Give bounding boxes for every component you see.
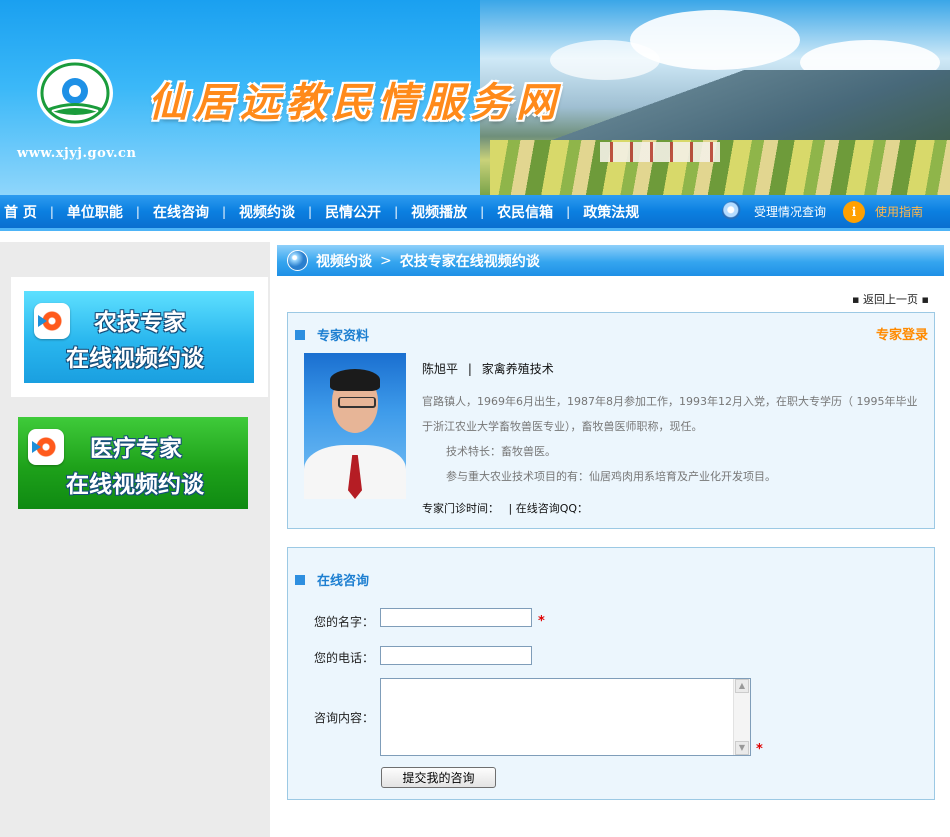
scroll-down-icon[interactable]: ▼ xyxy=(735,741,749,755)
nav-item-video-play[interactable]: 视频播放 xyxy=(398,202,480,222)
breadcrumb: 视频约谈 > 农技专家在线视频约谈 xyxy=(277,245,944,276)
content-label: 咨询内容： xyxy=(314,711,375,725)
promo-title-line1: 医疗专家 xyxy=(90,435,182,462)
query-status-link[interactable]: 受理情况查询 xyxy=(722,195,826,228)
nav-item-farmer-mailbox[interactable]: 农民信箱 xyxy=(484,202,566,222)
name-divider: | xyxy=(467,362,472,376)
clinic-time-label: 专家门诊时间： xyxy=(422,502,499,515)
site-title: 仙居远教民情服务网 xyxy=(148,79,562,126)
breadcrumb-current: 农技专家在线视频约谈 xyxy=(399,253,540,270)
query-status-label: 受理情况查询 xyxy=(754,205,827,219)
nav-item-online-consult[interactable]: 在线咨询 xyxy=(140,202,222,222)
agri-expert-promo[interactable]: 农技专家 在线视频约谈 xyxy=(24,291,254,383)
nav-item-unit-functions[interactable]: 单位职能 xyxy=(54,202,136,222)
medical-expert-promo[interactable]: 医疗专家 在线视频约谈 xyxy=(18,417,248,509)
consult-section-title: 在线咨询 xyxy=(317,574,370,589)
expert-profile-box: 专家资料 专家登录 陈旭平 | 家禽养殖技术 官路镇人，1969年6月出生，19… xyxy=(287,312,935,529)
expert-bio-line2: 于浙江农业大学畜牧兽医专业），畜牧兽医师职称，现任。 xyxy=(422,420,703,433)
promo-title-line1: 农技专家 xyxy=(94,309,186,336)
consult-section-header: 在线咨询 xyxy=(295,570,369,589)
user-guide-link[interactable]: i 使用指南 xyxy=(843,195,923,228)
expert-photo xyxy=(304,353,406,499)
nav-item-video-interview[interactable]: 视频约谈 xyxy=(226,202,308,222)
expert-name-line: 陈旭平 | 家禽养殖技术 xyxy=(422,360,554,377)
nav-item-public-info[interactable]: 民情公开 xyxy=(312,202,394,222)
expert-projects: 参与重大农业技术项目的有：仙居鸡肉用系培育及产业化开发项目。 xyxy=(446,470,776,483)
expert-contact-line: 专家门诊时间： | 在线咨询QQ： xyxy=(422,500,588,516)
nav-item-policy[interactable]: 政策法规 xyxy=(570,202,652,222)
banner-fields xyxy=(490,140,950,195)
expert-section-header: 专家资料 xyxy=(295,325,369,344)
consult-content-textarea[interactable]: ▲ ▼ xyxy=(380,678,751,756)
site-url: www.xjyj.gov.cn xyxy=(17,146,137,161)
promo-title-line2: 在线视频约谈 xyxy=(66,345,204,372)
submit-consult-button[interactable]: 提交我的咨询 xyxy=(381,767,496,788)
name-required-mark: * xyxy=(538,614,545,629)
expert-bio-line1: 官路镇人，1969年6月出生，1987年8月参加工作，1993年12月入党，在职… xyxy=(422,395,918,408)
banner-village xyxy=(600,142,720,162)
info-icon: i xyxy=(843,200,865,223)
name-input[interactable] xyxy=(380,608,532,627)
expert-skill: 技术特长：畜牧兽医。 xyxy=(446,445,556,458)
video-play-icon xyxy=(28,429,64,465)
promo-title-line2: 在线视频约谈 xyxy=(66,471,204,498)
search-icon xyxy=(722,200,744,223)
section-bullet-icon xyxy=(295,329,305,340)
phone-label: 您的电话： xyxy=(314,651,375,665)
textarea-scrollbar[interactable]: ▲ ▼ xyxy=(733,679,750,755)
content-required-mark: * xyxy=(756,742,763,757)
breadcrumb-section[interactable]: 视频约谈 xyxy=(316,251,372,271)
expert-specialty: 家禽养殖技术 xyxy=(481,362,554,376)
phone-input[interactable] xyxy=(380,646,532,665)
expert-section-title: 专家资料 xyxy=(317,329,370,344)
video-play-icon xyxy=(34,303,70,339)
scroll-up-icon[interactable]: ▲ xyxy=(735,679,749,693)
site-logo xyxy=(37,59,113,127)
online-consult-box: 在线咨询 xyxy=(287,547,935,800)
name-label: 您的名字： xyxy=(314,615,375,629)
nav-menu: 首 页 | 单位职能 | 在线咨询 | 视频约谈 | 民情公开 | 视频播放 |… xyxy=(0,195,652,228)
site-banner: 仙居远教民情服务网 www.xjyj.gov.cn xyxy=(0,0,950,195)
user-guide-label: 使用指南 xyxy=(875,205,924,219)
back-link[interactable]: ▪ 返回上一页 ▪ xyxy=(852,291,929,307)
main-nav: 首 页 | 单位职能 | 在线咨询 | 视频约谈 | 民情公开 | 视频播放 |… xyxy=(0,195,950,231)
left-sidebar: 农技专家 在线视频约谈 医疗专家 在线视频约谈 xyxy=(0,242,270,837)
expert-name: 陈旭平 xyxy=(422,362,459,376)
section-bullet-icon xyxy=(295,574,305,585)
breadcrumb-separator: > xyxy=(380,252,392,269)
globe-icon xyxy=(287,250,308,271)
nav-item-home[interactable]: 首 页 xyxy=(0,202,50,222)
online-qq-label: | 在线咨询QQ： xyxy=(508,502,589,515)
expert-login-link[interactable]: 专家登录 xyxy=(876,324,928,343)
